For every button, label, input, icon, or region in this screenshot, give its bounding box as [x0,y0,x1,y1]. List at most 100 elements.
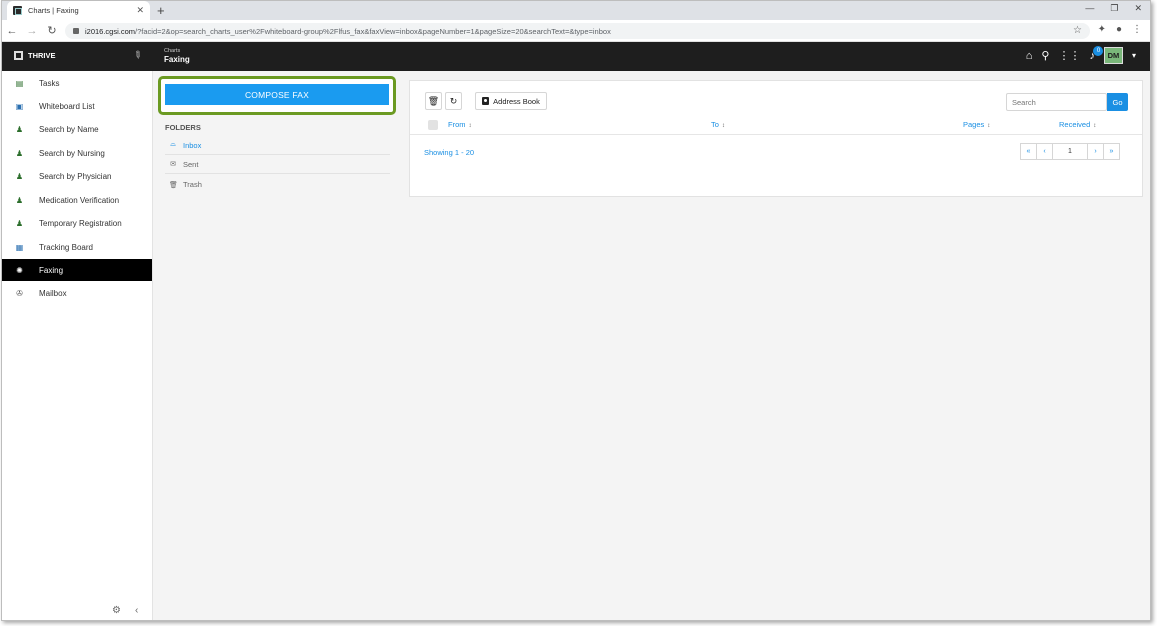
whiteboard-icon: ▣ [15,101,24,111]
folder-label: Inbox [183,140,202,150]
tab-strip: Charts | Faxing ✕ + — ❐ ✕ [2,1,1150,20]
home-icon[interactable]: ⌂ [1026,50,1033,62]
contact-book-icon [482,97,490,105]
column-received[interactable]: Received ↕ [1059,120,1096,129]
brand-name: THRIVE [28,51,56,60]
board-icon: ▦ [15,242,24,252]
person-icon: ♟ [15,195,24,205]
sidebar-item-medication-verification[interactable]: ♟ Medication Verification [2,189,152,211]
sort-icon: ↕ [468,123,472,129]
minimize-icon[interactable]: — [1085,3,1094,14]
showing-count: Showing 1 - 20 [424,148,475,157]
folder-inbox[interactable]: ⌓ Inbox [165,136,390,155]
pagination: « ‹ 1 › » [1020,143,1120,160]
sidebar-item-label: Medication Verification [39,195,120,205]
sidebar-item-label: Tasks [39,78,60,88]
tab-title: Charts | Faxing [28,6,79,15]
page-number-input[interactable]: 1 [1052,143,1088,160]
sort-icon: ↕ [1093,123,1097,129]
extensions-icon[interactable]: ✦ [1098,24,1106,35]
sidebar-item-tracking-board[interactable]: ▦ Tracking Board [2,236,152,258]
address-book-button[interactable]: Address Book [475,92,547,110]
sidebar-item-whiteboard-list[interactable]: ▣ Whiteboard List [2,95,152,117]
sidebar-item-label: Search by Nursing [39,148,105,158]
header-actions: ⌂ ⚲ ⋮⋮ ♪ 0 DM ▾ [1026,45,1136,64]
column-from[interactable]: From ↕ [448,120,472,129]
first-page-icon[interactable]: « [1020,143,1037,160]
folder-sent[interactable]: ✉ Sent [165,155,390,174]
brand[interactable]: THRIVE [14,51,56,60]
apps-grid-icon[interactable]: ⋮⋮ [1058,49,1080,62]
pin-icon[interactable]: ✎ [130,49,143,63]
collapse-sidebar-icon[interactable]: ‹ [135,605,138,616]
sidebar-item-label: Whiteboard List [39,101,95,111]
url-text: i2016.cgsi.com/?facid=2&op=search_charts… [85,26,611,36]
sidebar-item-label: Mailbox [39,288,67,298]
sidebar-item-mailbox[interactable]: ✇ Mailbox [2,282,152,304]
search-input[interactable] [1006,93,1107,111]
forward-icon[interactable]: → [22,25,42,37]
reload-icon[interactable]: ↻ [42,24,62,37]
page-title: Faxing [164,55,190,64]
menu-dots-icon[interactable]: ⋮ [1132,24,1142,35]
folder-label: Sent [183,159,199,169]
sidebar-item-faxing[interactable]: ✺ Faxing [2,259,152,281]
url-field[interactable]: i2016.cgsi.com/?facid=2&op=search_charts… [65,23,1090,39]
prev-page-icon[interactable]: ‹ [1036,143,1053,160]
folder-label: Trash [183,180,202,189]
search-icon[interactable]: ⚲ [1041,49,1049,62]
profile-icon[interactable]: ● [1116,24,1122,35]
folder-trash[interactable]: 🗑 Trash [165,175,390,194]
browser-actions: ✦ ● ⋮ [1098,24,1142,35]
thrive-logo-icon [14,51,23,60]
mailbox-icon: ✇ [16,288,23,298]
browser-tab[interactable]: Charts | Faxing ✕ [7,1,150,20]
back-icon[interactable]: ← [2,25,22,37]
column-pages[interactable]: Pages ↕ [963,120,990,129]
refresh-icon: ↻ [449,95,458,106]
refresh-button[interactable]: ↻ [445,92,462,110]
sidebar-footer: ⚙ ‹ [112,605,138,616]
close-window-icon[interactable]: ✕ [1134,3,1142,14]
bookmark-star-icon[interactable]: ☆ [1073,25,1082,36]
new-tab-button[interactable]: + [157,3,165,18]
trash-icon: 🗑 [169,181,178,189]
sidebar-item-search-by-nursing[interactable]: ♟ Search by Nursing [2,142,152,164]
tasks-icon: ▤ [15,78,24,88]
sidebar-item-search-by-name[interactable]: ♟ Search by Name [2,118,152,140]
sidebar-item-label: Faxing [39,265,64,275]
folders-heading: FOLDERS [165,123,201,132]
address-book-label: Address Book [493,96,540,106]
sidebar-item-label: Tracking Board [39,242,93,252]
address-bar: ← → ↻ i2016.cgsi.com/?facid=2&op=search_… [2,20,1150,42]
sidebar-item-temporary-registration[interactable]: ♟ Temporary Registration [2,212,152,234]
sidebar-item-search-by-physician[interactable]: ♟ Search by Physician [2,165,152,187]
person-icon: ♟ [15,148,24,158]
notifications-button[interactable]: ♪ 0 [1089,45,1104,62]
sidebar: ▤ Tasks ▣ Whiteboard List ♟ Search by Na… [2,71,153,620]
restore-icon[interactable]: ❐ [1110,3,1118,14]
window-controls: — ❐ ✕ [1085,3,1142,14]
next-page-icon[interactable]: › [1087,143,1104,160]
browser-window: Charts | Faxing ✕ + — ❐ ✕ ← → ↻ i2016.cg… [1,0,1151,621]
column-to[interactable]: To ↕ [711,120,725,129]
chevron-down-icon[interactable]: ▾ [1132,51,1136,60]
gear-icon[interactable]: ⚙ [112,605,121,616]
breadcrumb: Charts Faxing [164,48,190,64]
app-header: THRIVE ✎ Charts Faxing ⌂ ⚲ ⋮⋮ ♪ 0 DM ▾ [2,42,1150,71]
select-all-checkbox[interactable] [428,120,438,130]
sidebar-item-label: Search by Name [39,124,99,134]
fax-list-panel: 🗑 ↻ Address Book Go From↕ To↕ Pages↕ Rec… [409,80,1143,197]
sidebar-item-tasks[interactable]: ▤ Tasks [2,72,152,94]
notification-badge: 0 [1093,45,1104,56]
sort-icon: ↕ [721,123,725,129]
compose-highlight: COMPOSE FAX [158,76,396,115]
close-tab-icon[interactable]: ✕ [136,5,144,16]
avatar[interactable]: DM [1103,47,1123,64]
go-button[interactable]: Go [1107,93,1128,111]
person-icon: ♟ [15,218,24,228]
last-page-icon[interactable]: » [1103,143,1120,160]
compose-fax-button[interactable]: COMPOSE FAX [165,84,389,105]
delete-button[interactable]: 🗑 [425,92,442,110]
fax-icon: ✺ [16,265,23,275]
